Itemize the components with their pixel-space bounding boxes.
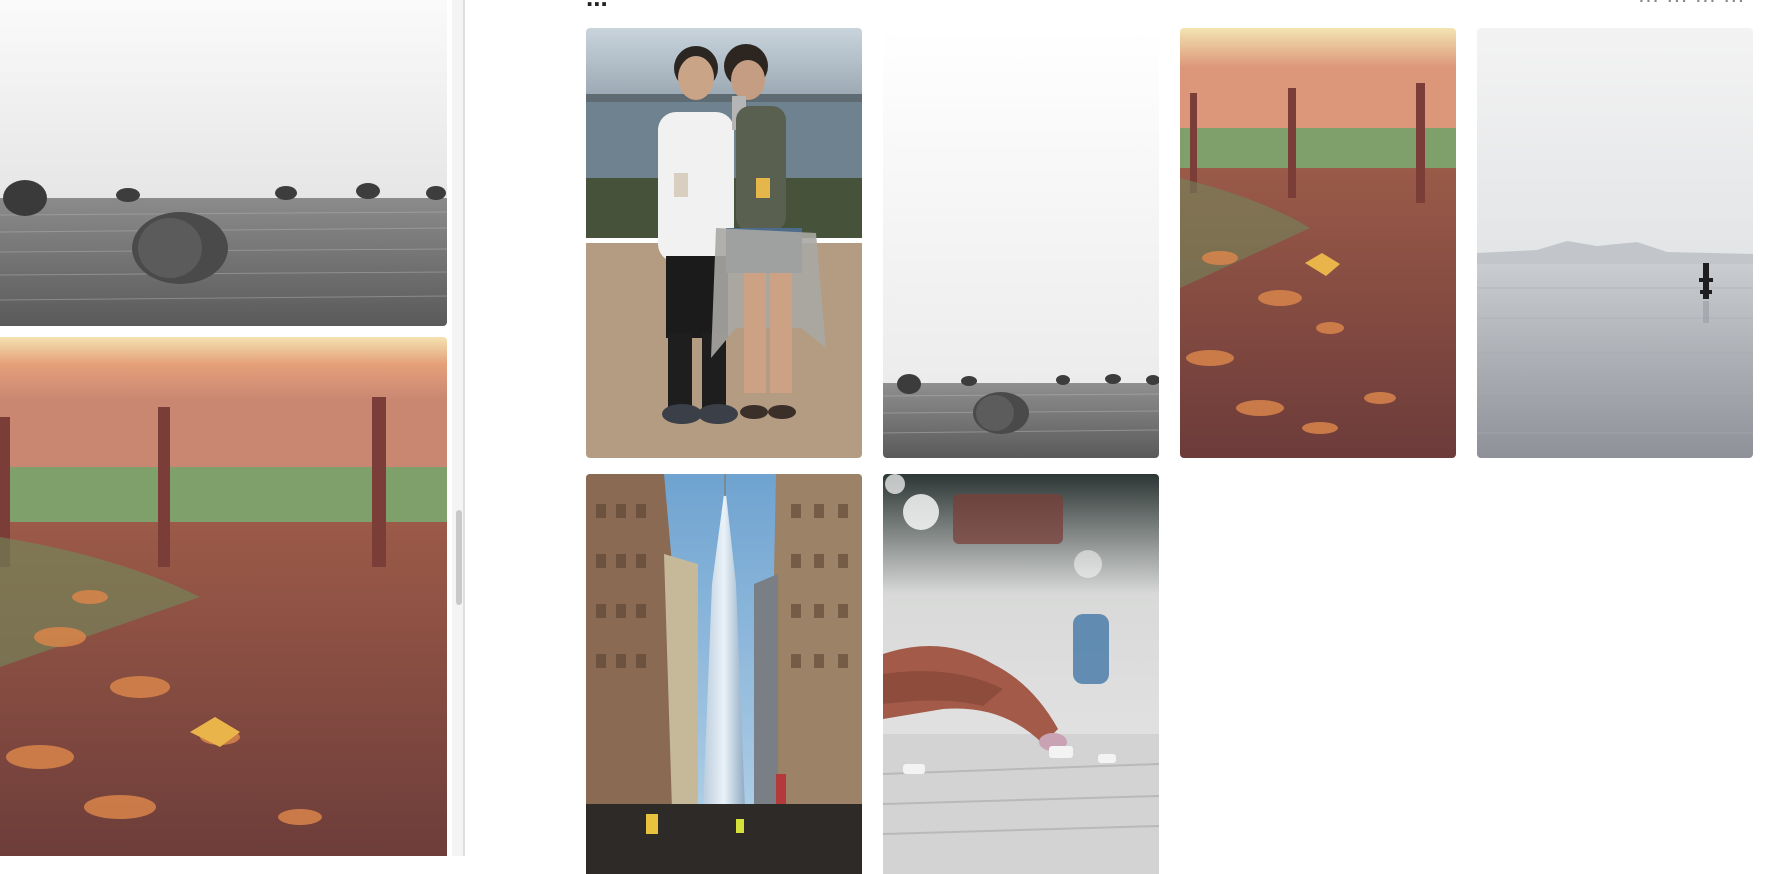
hay-bales-image [883, 28, 1159, 458]
photo-tile[interactable] [883, 474, 1159, 874]
preview-panel [0, 0, 463, 856]
buoy-sea-image [1477, 28, 1753, 458]
preview-photo-hay-bales[interactable] [0, 0, 447, 326]
photo-tile[interactable] [586, 28, 862, 458]
gallery-heading: ... [586, 0, 608, 13]
mixing-console-image [883, 474, 1159, 874]
preview-scrollbar[interactable] [452, 0, 463, 856]
photo-tile[interactable] [586, 474, 862, 874]
hay-bales-image [0, 0, 447, 326]
couple-selfie-image [586, 28, 862, 458]
photo-tile[interactable] [883, 28, 1159, 458]
panel-divider [463, 0, 465, 856]
photo-tile[interactable] [1477, 28, 1753, 458]
city-street-image [586, 474, 862, 874]
autumn-path-image [1180, 28, 1456, 458]
autumn-path-image [0, 337, 447, 856]
gallery-header-meta: ... ... ... ... [1638, 0, 1745, 8]
preview-photo-autumn-path[interactable] [0, 337, 447, 856]
preview-scrollbar-thumb[interactable] [456, 510, 462, 605]
photo-tile[interactable] [1180, 28, 1456, 458]
